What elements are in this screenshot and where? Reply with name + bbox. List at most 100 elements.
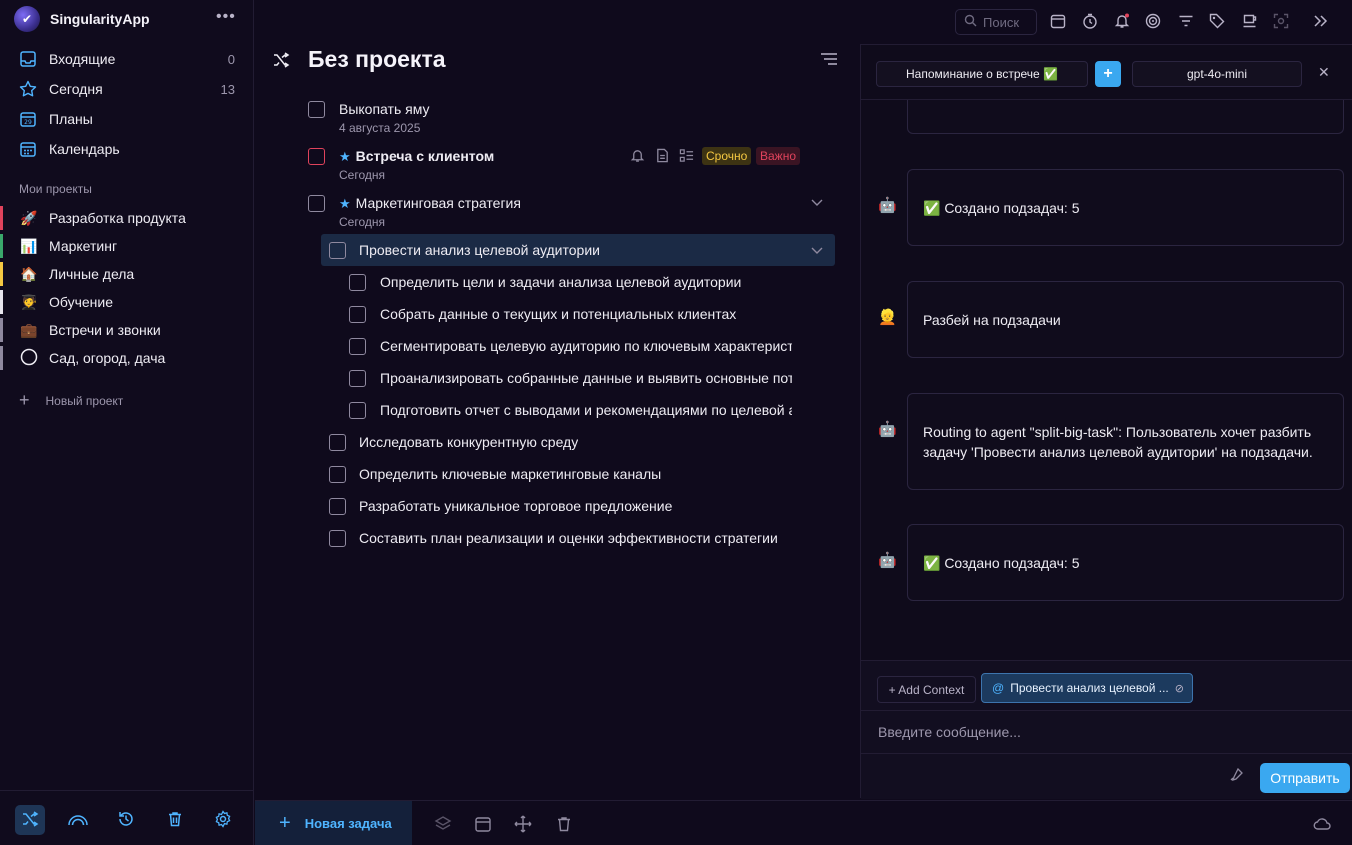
user-avatar-icon: 👱 <box>878 309 897 326</box>
note-icon[interactable] <box>655 148 670 166</box>
focus-icon[interactable] <box>1272 12 1290 30</box>
app-logo: ✔ <box>14 6 40 32</box>
task-title[interactable]: Сегментировать целевую аудиторию по ключ… <box>380 338 792 354</box>
more-dots-icon[interactable]: ••• <box>216 8 236 26</box>
tag-urgent[interactable]: Срочно <box>702 147 752 165</box>
context-chip[interactable]: @ Провести анализ целевой ... ⊘ <box>981 673 1193 703</box>
target-icon[interactable] <box>1144 12 1162 30</box>
task-checkbox[interactable] <box>308 148 325 165</box>
tag-important[interactable]: Важно <box>756 147 801 165</box>
task-checkbox[interactable] <box>349 338 366 355</box>
task-checkbox[interactable] <box>329 434 346 451</box>
task-checkbox[interactable] <box>349 274 366 291</box>
project-item[interactable]: 💼 Встречи и звонки <box>0 316 254 344</box>
sidebar-item-plans[interactable]: 29 Планы <box>0 104 254 134</box>
task-title[interactable]: Определить цели и задачи анализа целевой… <box>380 274 792 290</box>
task-title[interactable]: Определить ключевые маркетинговые каналы <box>359 466 661 482</box>
search-placeholder: Поиск <box>983 14 1020 30</box>
brand[interactable]: ✔ SingularityApp <box>14 6 150 32</box>
project-emoji: 🧑‍🎓 <box>20 293 38 310</box>
bell-icon[interactable] <box>1113 12 1131 30</box>
task-checkbox[interactable] <box>329 242 346 259</box>
page-title: Без проекта <box>308 46 446 72</box>
project-color-bar <box>0 346 3 370</box>
project-color-bar <box>0 290 3 314</box>
new-task-button[interactable]: + Новая задача <box>255 801 412 845</box>
chevron-down-icon[interactable] <box>811 196 823 210</box>
task-title[interactable]: Разработать уникальное торговое предложе… <box>359 498 672 514</box>
sidebar-item-label: Входящие <box>49 51 116 67</box>
task-checkbox[interactable] <box>308 101 325 118</box>
sidebar: ✔ SingularityApp ••• Входящие 0 Сегодня … <box>0 0 254 845</box>
history-icon <box>117 810 135 831</box>
project-item[interactable]: Сад, огород, дача <box>0 344 254 372</box>
timer-icon[interactable] <box>1081 12 1099 30</box>
project-item[interactable]: 🏠 Личные дела <box>0 260 254 288</box>
project-label: Встречи и звонки <box>49 322 161 338</box>
model-select[interactable]: gpt-4o-mini <box>1132 61 1302 87</box>
collapse-icon[interactable] <box>1312 12 1330 30</box>
history-button[interactable] <box>111 805 141 835</box>
mic-icon[interactable] <box>1229 767 1243 785</box>
sidebar-item-label: Планы <box>49 111 93 127</box>
chat-message: ✅ Создано подзадач: 5 <box>907 524 1344 601</box>
add-context-button[interactable]: + Add Context <box>877 676 976 703</box>
cloud-icon[interactable] <box>1312 814 1332 834</box>
move-icon[interactable] <box>513 814 533 834</box>
project-item[interactable]: 🧑‍🎓 Обучение <box>0 288 254 316</box>
project-item[interactable]: 🚀 Разработка продукта <box>0 204 254 232</box>
chat-message: Routing to agent "split-big-task": Польз… <box>907 393 1344 490</box>
search-input[interactable]: Поиск <box>955 9 1037 35</box>
reminder-select[interactable]: Напоминание о встрече ✅ <box>876 61 1088 87</box>
project-color-bar <box>0 206 3 230</box>
reminder-bell-icon[interactable] <box>630 148 645 166</box>
add-chat-button[interactable]: + <box>1095 61 1121 87</box>
task-checkbox[interactable] <box>329 466 346 483</box>
sidebar-item-today[interactable]: Сегодня 13 <box>0 74 254 104</box>
main-bottom-bar: + Новая задача <box>255 800 1352 845</box>
calendar-icon[interactable] <box>473 814 493 834</box>
sort-icon[interactable] <box>820 52 838 69</box>
chat-header: Напоминание о встрече ✅ + gpt-4o-mini ✕ <box>861 45 1352 100</box>
sidebar-item-inbox[interactable]: Входящие 0 <box>0 44 254 74</box>
shuffle-icon[interactable] <box>272 51 290 72</box>
rainbow-button[interactable] <box>63 805 93 835</box>
sidebar-item-count: 13 <box>220 81 235 97</box>
star-icon: ★ <box>339 196 351 211</box>
task-title[interactable]: Проанализировать собранные данные и выяв… <box>380 370 792 386</box>
task-title[interactable]: Провести анализ целевой аудитории <box>359 242 600 258</box>
layers-icon[interactable] <box>433 814 453 834</box>
task-title[interactable]: Составить план реализации и оценки эффек… <box>359 530 778 546</box>
send-button[interactable]: Отправить <box>1260 763 1350 793</box>
chevron-down-icon[interactable] <box>811 244 823 258</box>
cup-icon[interactable] <box>1241 12 1259 30</box>
task-title[interactable]: Исследовать конкурентную среду <box>359 434 578 450</box>
message-input[interactable]: Введите сообщение... <box>861 710 1352 754</box>
close-icon[interactable]: ✕ <box>1318 64 1330 81</box>
task-title-row[interactable]: ★ Маркетинговая стратегия <box>339 195 521 212</box>
task-title[interactable]: Собрать данные о текущих и потенциальных… <box>380 306 792 322</box>
filter-icon[interactable] <box>1177 12 1195 30</box>
task-title[interactable]: Подготовить отчет с выводами и рекоменда… <box>380 402 792 418</box>
task-checkbox[interactable] <box>349 370 366 387</box>
project-item[interactable]: 📊 Маркетинг <box>0 232 254 260</box>
task-checkbox[interactable] <box>329 498 346 515</box>
checklist-icon[interactable] <box>679 148 694 166</box>
task-title-row[interactable]: ★ Встреча с клиентом <box>339 148 494 165</box>
trash-icon[interactable] <box>554 814 574 834</box>
settings-button[interactable] <box>208 805 238 835</box>
new-project-button[interactable]: + Новый проект <box>19 390 123 411</box>
task-checkbox[interactable] <box>329 530 346 547</box>
trash-button[interactable] <box>160 805 190 835</box>
shuffle-button[interactable] <box>15 805 45 835</box>
calendar-icon[interactable] <box>1049 12 1067 30</box>
task-checkbox[interactable] <box>308 195 325 212</box>
task-checkbox[interactable] <box>349 402 366 419</box>
task-title[interactable]: Выкопать яму <box>339 101 430 117</box>
sidebar-item-calendar[interactable]: Календарь <box>0 134 254 164</box>
bot-avatar-icon: 🤖 <box>878 552 897 569</box>
remove-context-icon[interactable]: ⊘ <box>1175 682 1184 695</box>
chat-message: ✅ Создано подзадач: 5 <box>907 169 1344 246</box>
tag-icon[interactable] <box>1208 12 1226 30</box>
task-checkbox[interactable] <box>349 306 366 323</box>
